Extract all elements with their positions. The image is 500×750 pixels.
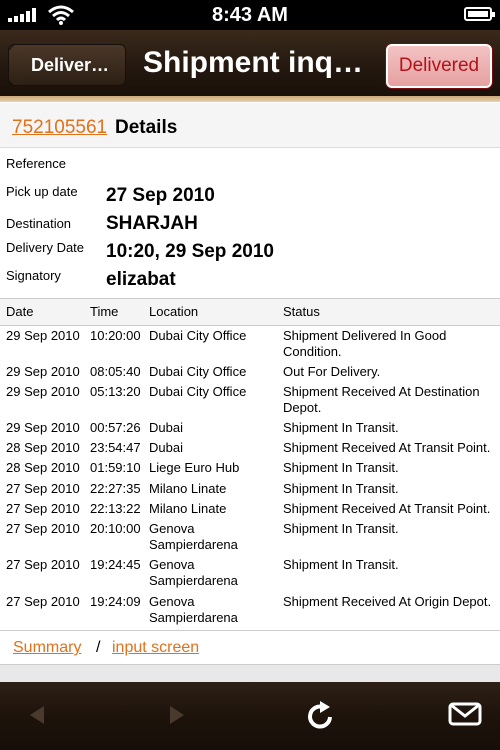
row-time: 08:05:40 <box>90 364 141 379</box>
column-header-date: Date <box>6 304 34 319</box>
row-location: Genova Sampierdarena <box>149 557 238 588</box>
nav-divider <box>0 96 500 102</box>
delivery-date-label: Delivery Date <box>6 240 85 255</box>
row-time: 00:57:26 <box>90 420 141 435</box>
summary-link[interactable]: Summary <box>13 639 81 657</box>
row-status: Shipment Delivered In Good Condition. <box>283 328 447 359</box>
row-time: 23:54:47 <box>90 440 141 455</box>
row-time: 19:24:45 <box>90 557 141 572</box>
row-date: 27 Sep 2010 <box>6 501 80 516</box>
row-location: Genova Sampierdarena <box>149 594 238 625</box>
details-header: 752105561 Details <box>0 103 500 148</box>
row-date: 27 Sep 2010 <box>6 481 80 496</box>
row-location: Liege Euro Hub <box>149 460 240 475</box>
row-status: Shipment Received At Origin Depot. <box>283 594 492 609</box>
back-button[interactable]: Deliver… <box>8 44 126 86</box>
row-status: Shipment In Transit. <box>283 557 399 572</box>
refresh-icon[interactable] <box>306 700 336 732</box>
row-status: Shipment Received At Destination Depot. <box>283 384 480 415</box>
row-status: Shipment In Transit. <box>283 460 399 475</box>
row-location: Genova Sampierdarena <box>149 521 238 552</box>
forward-arrow-icon[interactable] <box>166 700 188 730</box>
bottom-toolbar <box>0 682 500 750</box>
reference-label: Reference <box>6 156 66 171</box>
column-header-status: Status <box>283 304 320 319</box>
row-status: Shipment In Transit. <box>283 420 399 435</box>
page-bottom-band <box>0 664 500 683</box>
row-time: 10:20:00 <box>90 328 141 343</box>
destination-label: Destination <box>6 216 72 231</box>
column-header-time: Time <box>90 304 119 319</box>
row-location: Dubai City Office <box>149 364 247 379</box>
page-title: Shipment inq… <box>143 46 363 79</box>
row-date: 27 Sep 2010 <box>6 521 80 536</box>
mail-icon[interactable] <box>448 700 482 728</box>
row-location: Dubai <box>149 420 183 435</box>
battery-icon <box>464 7 495 21</box>
row-location: Dubai City Office <box>149 384 247 399</box>
row-date: 29 Sep 2010 <box>6 364 80 379</box>
row-date: 28 Sep 2010 <box>6 440 80 455</box>
destination-value: SHARJAH <box>106 213 198 234</box>
back-button-label: Deliver… <box>31 55 110 75</box>
input-screen-link[interactable]: input screen <box>112 639 199 657</box>
row-date: 27 Sep 2010 <box>6 557 80 572</box>
row-location: Dubai <box>149 440 183 455</box>
row-date: 27 Sep 2010 <box>6 594 80 609</box>
status-time: 8:43 AM <box>212 4 288 26</box>
row-status: Shipment Received At Transit Point. <box>283 440 491 455</box>
row-time: 05:13:20 <box>90 384 141 399</box>
row-time: 22:27:35 <box>90 481 141 496</box>
row-location: Milano Linate <box>149 501 227 516</box>
row-date: 29 Sep 2010 <box>6 420 80 435</box>
back-arrow-icon[interactable] <box>26 700 48 730</box>
row-date: 29 Sep 2010 <box>6 328 80 343</box>
details-heading: Details <box>115 117 178 138</box>
row-status: Out For Delivery. <box>283 364 381 379</box>
pickup-date-value: 27 Sep 2010 <box>106 185 215 206</box>
row-date: 29 Sep 2010 <box>6 384 80 399</box>
signatory-label: Signatory <box>6 268 61 283</box>
row-status: Shipment In Transit. <box>283 521 399 536</box>
row-location: Dubai City Office <box>149 328 247 343</box>
link-separator: / <box>96 639 101 656</box>
signatory-value: elizabat <box>106 269 176 290</box>
pickup-date-label: Pick up date <box>6 184 78 199</box>
column-header-location: Location <box>149 304 199 319</box>
row-status: Shipment Received At Transit Point. <box>283 501 491 516</box>
row-location: Milano Linate <box>149 481 227 496</box>
row-date: 28 Sep 2010 <box>6 460 80 475</box>
row-time: 01:59:10 <box>90 460 141 475</box>
status-bar: 8:43 AM <box>0 0 500 30</box>
history-table-header: Date Time Location Status <box>0 298 500 326</box>
navigation-bar: Deliver… Shipment inq… Delivered <box>0 30 500 97</box>
footer-links: Summary / input screen <box>0 630 500 665</box>
row-status: Shipment In Transit. <box>283 481 399 496</box>
row-time: 19:24:09 <box>90 594 141 609</box>
row-time: 20:10:00 <box>90 521 141 536</box>
row-time: 22:13:22 <box>90 501 141 516</box>
tracking-number-link[interactable]: 752105561 <box>12 117 107 139</box>
delivery-date-value: 10:20, 29 Sep 2010 <box>106 241 274 262</box>
delivered-status-button[interactable]: Delivered <box>386 44 492 88</box>
